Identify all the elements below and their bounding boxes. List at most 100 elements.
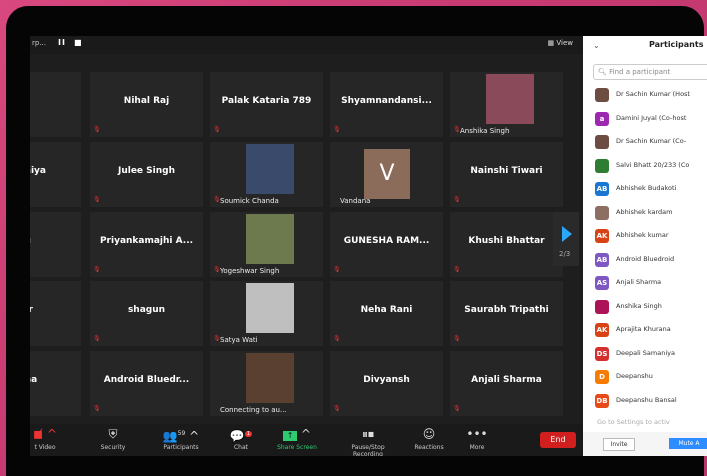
avatar-letter: V — [364, 149, 410, 199]
video-grid: dam🎙︎Nihal Raj🎙︎ Palak Kataria 789 🎙︎ Shyam… — [30, 72, 563, 422]
participant-name: Dr Sachin Kumar (Host — [616, 90, 690, 98]
participant-name: Deepanshu Bansal — [616, 395, 677, 404]
muted-mic-icon: 🎙︎ — [453, 405, 461, 412]
avatar: AB — [595, 182, 609, 196]
video-tile[interactable]: Anshika Singh 🎙︎ — [450, 72, 563, 137]
video-tile[interactable]: Julee Singh 🎙︎ — [90, 142, 203, 207]
pause-icon[interactable]: II — [58, 38, 66, 47]
video-tile[interactable]: Shyamnandansi... 🎙︎ — [330, 72, 443, 137]
participant-row[interactable]: a Damini Juyal (Co-host — [583, 108, 707, 132]
more-button[interactable]: ••• More — [452, 427, 502, 451]
video-tile[interactable]: Priyankamajhi A... 🎙︎ — [90, 212, 203, 277]
reactions-button[interactable]: ☺ Reactions — [404, 427, 454, 451]
next-page-button[interactable]: 2/3 — [553, 212, 579, 266]
share-screen-button[interactable]: ↑ ^ Share Screen — [272, 427, 322, 451]
invite-button[interactable]: Invite — [603, 438, 635, 451]
participant-row[interactable]: DS Deepali Samaniya — [583, 343, 707, 367]
participant-name: Anjali Sharma — [616, 278, 662, 286]
view-button[interactable]: ▦ View — [548, 39, 573, 47]
video-tile[interactable]: Divyansh 🎙︎ — [330, 351, 443, 416]
tile-name: shagun — [127, 305, 166, 315]
search-icon: 🔍︎ — [598, 68, 607, 76]
video-tile[interactable]: Android Bluedr... 🎙︎ — [90, 351, 203, 416]
participant-row[interactable]: AK Aprajita Khurana — [583, 319, 707, 343]
participant-row[interactable]: AB Abhishek Budakoti — [583, 178, 707, 202]
video-tile[interactable]: du🎙︎ — [30, 212, 81, 277]
participant-name: Android Bluedroid — [616, 254, 675, 263]
muted-mic-icon: 🎙︎ — [453, 335, 461, 342]
participant-row[interactable]: Salvi Bhatt 20/233 (Co — [583, 155, 707, 179]
panel-title: Participants — [649, 40, 704, 49]
chevron-down-icon[interactable]: ⌄ — [593, 41, 600, 50]
tile-name: Palak Kataria 789 — [221, 96, 312, 106]
top-bar: rp... II ■ ▦ View — [30, 36, 583, 54]
participant-row[interactable]: Dr Sachin Kumar (Co- — [583, 131, 707, 155]
meeting-toolbar: ◼̸ ^ t Video ⛨ Security 👥59 ^ Participan… — [30, 424, 583, 456]
page-indicator: 2/3 — [559, 250, 571, 258]
more-icon: ••• — [466, 427, 488, 441]
video-tile[interactable]: dam🎙︎ — [30, 72, 81, 137]
video-tile[interactable]: Nihal Raj 🎙︎ — [90, 72, 203, 137]
participant-row[interactable]: Abhishek kardam — [583, 202, 707, 226]
tile-name: Saurabh Tripathi — [464, 305, 549, 315]
tile-name: du — [30, 236, 81, 246]
video-tile[interactable]: Saurabh Tripathi 🎙︎ — [450, 281, 563, 346]
tile-name: Android Bluedr... — [103, 375, 190, 385]
avatar — [595, 135, 609, 149]
video-tile[interactable]: Anjali Sharma 🎙︎ — [450, 351, 563, 416]
participant-row[interactable]: AS Anjali Sharma — [583, 272, 707, 296]
participant-name: Abhishek kumar — [616, 231, 669, 239]
reaction-icon: ☺ — [422, 427, 436, 441]
mute-all-button[interactable]: Mute A — [669, 438, 707, 449]
video-tile[interactable]: Connecting to au... — [210, 351, 323, 416]
participant-row[interactable]: D Deepanshu — [583, 366, 707, 390]
avatar: DS — [595, 346, 609, 361]
avatar: a — [595, 111, 609, 126]
tile-caption: Anshika Singh — [460, 127, 510, 135]
record-button[interactable]: ⏸⏹ Pause/Stop Recording — [336, 427, 400, 456]
end-button[interactable]: End — [540, 432, 576, 448]
participant-row[interactable]: AK Abhishek kumar — [583, 225, 707, 249]
video-button[interactable]: ◼̸ ^ t Video — [30, 427, 70, 451]
muted-mic-icon: 🎙︎ — [333, 405, 341, 412]
tile-name: Julee Singh — [117, 166, 175, 176]
video-tile[interactable]: Rana🎙︎ — [30, 351, 81, 416]
video-tile[interactable]: amaniya🎙︎ — [30, 142, 81, 207]
video-tile[interactable]: Soumick Chanda 🎙︎ — [210, 142, 323, 207]
video-tile[interactable]: shagun 🎙︎ — [90, 281, 203, 346]
chat-button[interactable]: 💬 1 Chat — [216, 427, 266, 451]
video-tile[interactable]: Satya Wati 🎙︎ — [210, 281, 323, 346]
video-tile[interactable]: Nainshi Tiwari 🎙︎ — [450, 142, 563, 207]
muted-mic-icon: 🎙︎ — [213, 126, 221, 133]
participant-search-input[interactable]: 🔍︎ Find a participant — [593, 64, 707, 80]
video-tile[interactable]: V Vandana — [330, 142, 443, 207]
stop-icon[interactable]: ■ — [74, 38, 82, 47]
top-left-text: rp... — [32, 39, 46, 47]
tile-caption: Satya Wati — [220, 336, 258, 344]
security-button[interactable]: ⛨ Security — [88, 427, 138, 451]
participant-row[interactable]: DB Deepanshu Bansal — [583, 390, 707, 414]
participant-row[interactable]: Anshika Singh — [583, 296, 707, 320]
video-tile[interactable]: Khushi Bhattar 🎙︎ — [450, 212, 563, 277]
video-off-icon: ◼̸ ^ — [33, 427, 57, 441]
video-tile[interactable]: Neha Rani 🎙︎ — [330, 281, 443, 346]
video-tile[interactable]: Palak Kataria 789 🎙︎ — [210, 72, 323, 137]
participants-button[interactable]: 👥59 ^ Participants — [156, 427, 206, 451]
participant-video-feed — [246, 283, 294, 333]
panel-footer: Go to Settings to activ Invite Mute A — [583, 418, 707, 456]
avatar: AB — [595, 252, 609, 267]
tile-name: Priyankamajhi A... — [99, 236, 194, 246]
activation-watermark: Go to Settings to activ — [597, 418, 670, 426]
participant-row[interactable]: Dr Sachin Kumar (Host — [583, 84, 707, 108]
muted-mic-icon: 🎙︎ — [213, 196, 221, 203]
video-tile[interactable]: eer🎙︎ — [30, 281, 81, 346]
participant-name: Deepali Samaniya — [616, 348, 675, 357]
next-arrow-icon — [562, 226, 572, 242]
video-tile[interactable]: Yogeshwar Singh 🎙︎ — [210, 212, 323, 277]
video-tile[interactable]: GUNESHA RAM... 🎙︎ — [330, 212, 443, 277]
avatar — [595, 205, 609, 220]
tile-name: amaniya — [30, 166, 46, 176]
participant-name: Salvi Bhatt 20/233 (Co — [616, 160, 690, 169]
muted-mic-icon: 🎙︎ — [93, 196, 101, 203]
participant-row[interactable]: AB Android Bluedroid — [583, 249, 707, 273]
